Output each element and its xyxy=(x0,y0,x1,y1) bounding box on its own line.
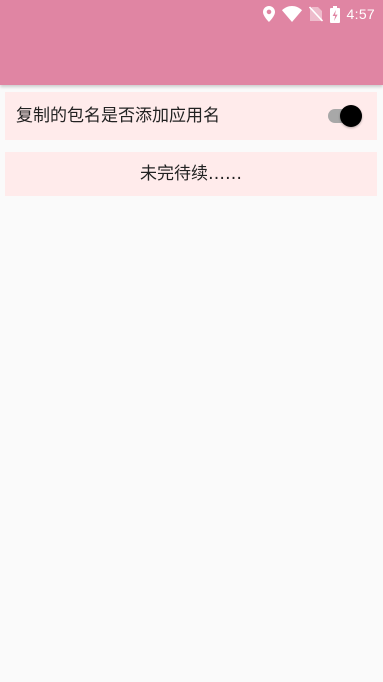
status-time: 4:57 xyxy=(346,6,375,22)
wifi-icon xyxy=(281,6,302,22)
setting-append-app-name[interactable]: 复制的包名是否添加应用名 xyxy=(5,92,377,140)
setting-label: 复制的包名是否添加应用名 xyxy=(16,106,220,126)
append-app-name-toggle[interactable] xyxy=(326,104,364,128)
location-icon xyxy=(262,6,275,22)
placeholder-card: 未完待续…… xyxy=(5,152,377,196)
battery-charging-icon xyxy=(329,5,340,23)
placeholder-text: 未完待续…… xyxy=(140,164,242,184)
toggle-thumb xyxy=(340,105,362,127)
app-bar: 4:57 xyxy=(0,0,383,85)
no-sim-icon xyxy=(308,6,323,22)
status-bar: 4:57 xyxy=(262,4,375,24)
